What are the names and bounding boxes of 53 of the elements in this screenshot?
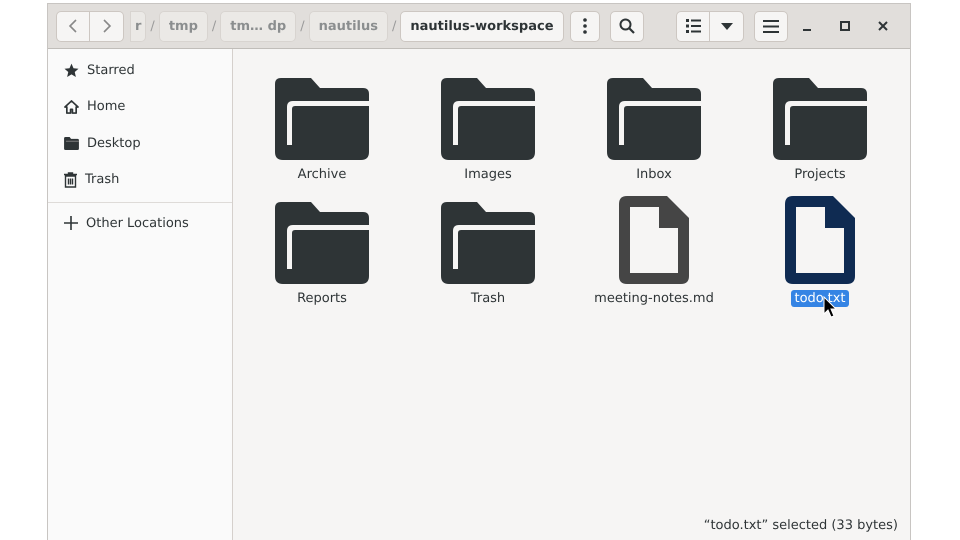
- sidebar-item[interactable]: Starred: [48, 52, 232, 88]
- file-name: Reports: [296, 290, 348, 307]
- folder-icon: [441, 202, 535, 284]
- sidebar-item[interactable]: Trash: [48, 162, 232, 198]
- file-name: Trash: [470, 290, 506, 307]
- sidebar-item[interactable]: Desktop: [48, 125, 232, 162]
- caret-icon: [720, 22, 732, 30]
- minimize-icon: [803, 29, 811, 31]
- forward-icon: [102, 19, 112, 33]
- file-item[interactable]: Reports: [239, 191, 405, 307]
- sidebar-item[interactable]: Other Locations: [48, 205, 232, 242]
- sidebar-item[interactable]: Home: [48, 88, 232, 125]
- search-button[interactable]: [610, 10, 644, 42]
- file-item[interactable]: Inbox: [571, 67, 737, 183]
- menu-button[interactable]: [754, 10, 788, 42]
- file-name: Inbox: [635, 166, 673, 183]
- path-button[interactable]: nautilus-workspace: [400, 10, 564, 42]
- file-name: Images: [463, 166, 513, 183]
- maximize-icon: [840, 21, 850, 31]
- back-icon: [68, 19, 78, 33]
- folder-icon: [441, 78, 535, 160]
- folder-icon: [275, 202, 369, 284]
- view-options-button[interactable]: [710, 10, 744, 42]
- list-icon: [686, 19, 700, 33]
- home-icon: [64, 100, 79, 114]
- path-separator: /: [392, 18, 396, 34]
- folder-icon: [275, 78, 369, 160]
- trash-icon: [64, 172, 77, 188]
- search-icon: [618, 18, 635, 34]
- file-name: Projects: [793, 166, 847, 183]
- forward-button[interactable]: [90, 10, 124, 42]
- status-text: “todo.txt” selected (33 bytes): [704, 518, 898, 533]
- file-item[interactable]: Archive: [239, 67, 405, 183]
- folder-icon: [64, 136, 79, 150]
- file-name: Archive: [296, 166, 348, 183]
- folder-icon: [773, 78, 867, 160]
- file-item[interactable]: Trash: [405, 191, 571, 307]
- path-separator: /: [150, 18, 155, 34]
- file-item[interactable]: Images: [405, 67, 571, 183]
- folder-icon: [607, 78, 701, 160]
- vertical-dots-icon: [582, 18, 587, 34]
- file-item[interactable]: Projects: [737, 67, 903, 183]
- list-view-button[interactable]: [676, 10, 710, 42]
- file-name: meeting-notes.md: [593, 290, 715, 307]
- plus-icon: [64, 216, 78, 230]
- menu-icon: [763, 20, 779, 32]
- star-icon: [64, 62, 79, 78]
- path-separator: /: [212, 18, 216, 34]
- close-icon: [878, 21, 888, 31]
- file-item[interactable]: meeting-notes.md: [571, 191, 737, 307]
- path-separator: /: [300, 18, 305, 34]
- more-options-button[interactable]: [570, 10, 600, 42]
- back-button[interactable]: [56, 10, 90, 42]
